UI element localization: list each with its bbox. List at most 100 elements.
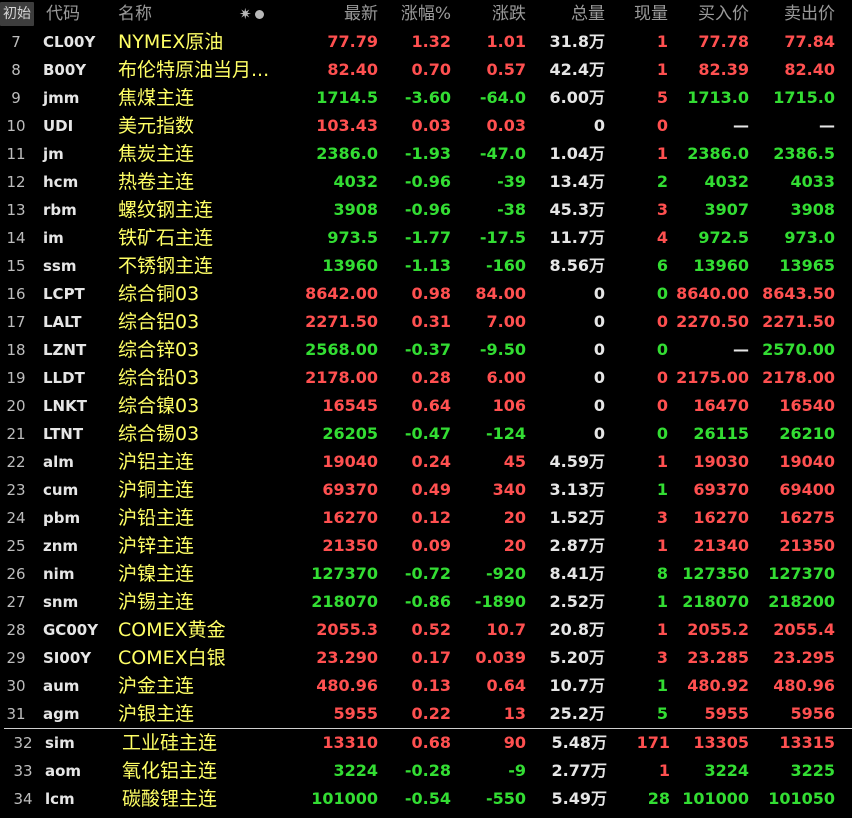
column-header-change[interactable]: 涨跌 bbox=[455, 0, 526, 28]
table-row[interactable]: 8 B00Y 布伦特原油当月... 82.40 0.70 0.57 42.4万 1 82.39 8… bbox=[0, 56, 852, 84]
column-header-code[interactable]: 代码 bbox=[46, 0, 80, 28]
row-code: hcm bbox=[43, 173, 79, 191]
row-volume: 31.8万 bbox=[549, 32, 605, 51]
vertical-scrollbar[interactable] bbox=[841, 28, 851, 728]
row-bid-price: 16470 bbox=[693, 396, 749, 415]
row-change-pct: -0.96 bbox=[404, 200, 451, 219]
row-change: -124 bbox=[485, 424, 526, 443]
table-row[interactable]: 28 GC00Y COMEX黄金 2055.3 0.52 10.7 20.8万 1 2055.2… bbox=[0, 616, 852, 644]
table-row[interactable]: 19 LLDT 综合铅03 2178.00 0.28 6.00 0 0 2175.00 2178.… bbox=[0, 364, 852, 392]
table-row[interactable]: 20 LNKT 综合镍03 16545 0.64 106 0 0 16470 16540 bbox=[0, 392, 852, 420]
column-header-last[interactable]: 最新 bbox=[290, 0, 378, 28]
column-header-current-volume[interactable]: 现量 bbox=[610, 0, 668, 28]
table-row[interactable]: 16 LCPT 综合铜03 8642.00 0.98 84.00 0 0 8640.00 8643… bbox=[0, 280, 852, 308]
row-change: 106 bbox=[492, 396, 526, 415]
table-row[interactable]: 34 lcm 碳酸锂主连 101000 -0.54 -550 5.49万 28 101000 10… bbox=[0, 785, 852, 813]
row-name: 综合锡03 bbox=[118, 423, 200, 445]
row-ask-price: 23.295 bbox=[773, 648, 835, 667]
row-volume: 0 bbox=[593, 340, 605, 359]
table-row[interactable]: 7 CL00Y NYMEX原油 77.79 1.32 1.01 31.8万 1 77.78 77.… bbox=[0, 28, 852, 56]
row-seq: 22 bbox=[6, 453, 26, 471]
table-row[interactable]: 21 LTNT 综合锡03 26205 -0.47 -124 0 0 26115 26210 bbox=[0, 420, 852, 448]
row-seq: 29 bbox=[6, 649, 26, 667]
row-ask-price: 16540 bbox=[779, 396, 835, 415]
row-last-price: 2386.0 bbox=[316, 144, 378, 163]
row-code: SI00Y bbox=[43, 649, 92, 667]
row-current-volume: 1 bbox=[656, 676, 668, 695]
row-name: 沪铅主连 bbox=[118, 507, 195, 529]
table-row[interactable]: 26 nim 沪镍主连 127370 -0.72 -920 8.41万 8 127350 1273… bbox=[0, 560, 852, 588]
row-last-price: 26205 bbox=[322, 424, 378, 443]
row-ask-price: 77.84 bbox=[784, 32, 835, 51]
row-last-price: 13310 bbox=[322, 733, 378, 752]
column-header-volume[interactable]: 总量 bbox=[528, 0, 605, 28]
row-seq: 28 bbox=[6, 621, 26, 639]
table-row[interactable]: 9 jmm 焦煤主连 1714.5 -3.60 -64.0 6.00万 5 1713.0 1715… bbox=[0, 84, 852, 112]
table-row[interactable]: 13 rbm 螺纹钢主连 3908 -0.96 -38 45.3万 3 3907 3908 bbox=[0, 196, 852, 224]
table-row[interactable]: 25 znm 沪锌主连 21350 0.09 20 2.87万 1 21340 21350 bbox=[0, 532, 852, 560]
row-change: -9.50 bbox=[479, 340, 526, 359]
row-last-price: 218070 bbox=[311, 592, 378, 611]
table-row[interactable]: 15 ssm 不锈钢主连 13960 -1.13 -160 8.56万 6 13960 13965 bbox=[0, 252, 852, 280]
table-row[interactable]: 12 hcm 热卷主连 4032 -0.96 -39 13.4万 2 4032 4033 bbox=[0, 168, 852, 196]
row-current-volume: 1 bbox=[656, 452, 668, 471]
star-icon[interactable]: ✷ bbox=[239, 0, 252, 28]
row-ask-price: 5956 bbox=[790, 704, 835, 723]
row-seq: 8 bbox=[11, 61, 21, 79]
row-volume: 5.49万 bbox=[551, 789, 607, 808]
table-row[interactable]: 14 im 铁矿石主连 973.5 -1.77 -17.5 11.7万 4 972.5 973.0 bbox=[0, 224, 852, 252]
row-bid-price: 127350 bbox=[682, 564, 749, 583]
dot-icon[interactable] bbox=[255, 10, 264, 19]
column-header-name[interactable]: 名称 bbox=[118, 0, 152, 28]
table-row[interactable]: 30 aum 沪金主连 480.96 0.13 0.64 10.7万 1 480.92 480.9… bbox=[0, 672, 852, 700]
row-name: 综合铜03 bbox=[118, 283, 200, 305]
row-bid-price: 5955 bbox=[704, 704, 749, 723]
row-change-pct: -1.77 bbox=[404, 228, 451, 247]
row-change: -9 bbox=[508, 761, 526, 780]
table-row[interactable]: 11 jm 焦炭主连 2386.0 -1.93 -47.0 1.04万 1 2386.0 2386… bbox=[0, 140, 852, 168]
table-row[interactable]: 24 pbm 沪铅主连 16270 0.12 20 1.52万 3 16270 16275 bbox=[0, 504, 852, 532]
row-volume: 4.59万 bbox=[549, 452, 605, 471]
row-change: 45 bbox=[503, 452, 526, 471]
column-header-bid[interactable]: 买入价 bbox=[672, 0, 749, 28]
row-bid-price: 3224 bbox=[704, 761, 749, 780]
row-name: 沪金主连 bbox=[118, 675, 195, 697]
row-volume: 8.41万 bbox=[549, 564, 605, 583]
table-row[interactable]: 17 LALT 综合铝03 2271.50 0.31 7.00 0 0 2270.50 2271.… bbox=[0, 308, 852, 336]
row-ask-price: 2386.5 bbox=[773, 144, 835, 163]
row-current-volume: 1 bbox=[656, 592, 668, 611]
table-row[interactable]: 10 UDI 美元指数 103.43 0.03 0.03 0 0 — — bbox=[0, 112, 852, 140]
table-row[interactable]: 18 LZNT 综合锌03 2568.00 -0.37 -9.50 0 0 — 2570.00 bbox=[0, 336, 852, 364]
row-change-pct: 0.24 bbox=[411, 452, 451, 471]
row-volume: 1.04万 bbox=[549, 144, 605, 163]
row-code: jm bbox=[43, 145, 64, 163]
row-name: 螺纹钢主连 bbox=[118, 199, 214, 221]
row-last-price: 16270 bbox=[322, 508, 378, 527]
row-current-volume: 5 bbox=[656, 704, 668, 723]
row-ask-price: 26210 bbox=[779, 424, 835, 443]
row-change: 90 bbox=[503, 733, 526, 752]
row-ask-price: 127370 bbox=[768, 564, 835, 583]
table-row[interactable]: 23 cum 沪铜主连 69370 0.49 340 3.13万 1 69370 69400 bbox=[0, 476, 852, 504]
row-ask-price: 218200 bbox=[768, 592, 835, 611]
row-change: 7.00 bbox=[486, 312, 526, 331]
row-bid-price: 2055.2 bbox=[687, 620, 749, 639]
table-row[interactable]: 22 alm 沪铝主连 19040 0.24 45 4.59万 1 19030 19040 bbox=[0, 448, 852, 476]
table-row[interactable]: 27 snm 沪锡主连 218070 -0.86 -1890 2.52万 1 218070 218… bbox=[0, 588, 852, 616]
row-name: 氧化铝主连 bbox=[122, 760, 218, 782]
column-header-change-pct[interactable]: 涨幅% bbox=[380, 0, 451, 28]
table-row[interactable]: 29 SI00Y COMEX白银 23.290 0.17 0.039 5.20万 3 23.28… bbox=[0, 644, 852, 672]
row-name: 沪银主连 bbox=[118, 703, 195, 725]
row-last-price: 69370 bbox=[322, 480, 378, 499]
column-header-ask[interactable]: 卖出价 bbox=[752, 0, 835, 28]
row-change-pct: 0.17 bbox=[411, 648, 451, 667]
row-code: sim bbox=[45, 734, 75, 752]
table-row[interactable]: 31 agm 沪银主连 5955 0.22 13 25.2万 5 5955 5956 bbox=[0, 700, 852, 728]
table-row[interactable]: 32 sim 工业硅主连 13310 0.68 90 5.48万 171 13305 13315 bbox=[0, 729, 852, 757]
row-name: COMEX黄金 bbox=[118, 619, 226, 641]
row-code: LCPT bbox=[43, 285, 85, 303]
row-code: LALT bbox=[43, 313, 82, 331]
init-button[interactable]: 初始 bbox=[0, 2, 34, 26]
table-row[interactable]: 33 aom 氧化铝主连 3224 -0.28 -9 2.77万 1 3224 3225 bbox=[0, 757, 852, 785]
row-volume: 1.52万 bbox=[549, 508, 605, 527]
